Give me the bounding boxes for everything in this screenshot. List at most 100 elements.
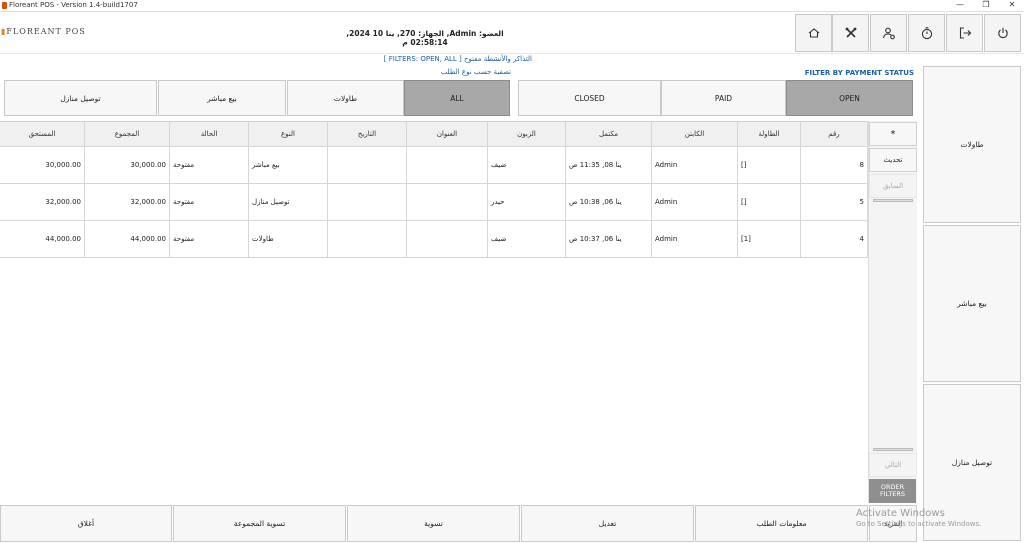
tickets-table: المستحق المجموع الحالة النوع التاريخ الع… — [0, 121, 868, 503]
cell-address — [407, 184, 488, 220]
home-icon — [808, 28, 819, 38]
table-scroll-controls: * تحديث السابق التالي — [868, 121, 917, 503]
cell-status: مفتوحة — [170, 147, 249, 183]
col-due: المستحق — [0, 122, 85, 146]
window-title-text: Floreant POS - Version 1.4-build1707 — [9, 1, 138, 9]
col-number: رقم — [801, 122, 868, 146]
user-settings-button[interactable] — [870, 14, 907, 52]
scroll-track-top[interactable] — [873, 199, 913, 202]
table-row[interactable]: 44,000.00 44,000.00 مفتوحة طاولات ضيف ين… — [0, 221, 868, 258]
close-button[interactable]: أغلاق — [0, 505, 172, 542]
cell-due: 30,000.00 — [0, 147, 85, 183]
cell-captain: Admin — [652, 184, 738, 220]
refresh-button[interactable]: تحديث — [869, 148, 917, 172]
cell-customer: ضيف — [488, 221, 566, 257]
filter-home-delivery-button[interactable]: توصيل منازل — [4, 80, 157, 116]
power-icon — [997, 27, 1008, 39]
cell-address — [407, 147, 488, 183]
col-customer: الزبون — [488, 122, 566, 146]
cell-table: [] — [738, 184, 801, 220]
filter-paid-button[interactable]: PAID — [661, 80, 786, 116]
header: ▮FLOREANT POS العضو: Admin, الجهاز: 270,… — [0, 13, 1024, 54]
col-captain: الكابتن — [652, 122, 738, 146]
clock-button[interactable] — [908, 14, 945, 52]
filter-all-button[interactable]: ALL — [404, 80, 510, 116]
watermark-title: Activate Windows — [856, 508, 945, 519]
cell-type: توصيل منازل — [249, 184, 328, 220]
cell-total: 44,000.00 — [85, 221, 170, 257]
clock-icon — [921, 27, 932, 40]
brand-logo: ▮FLOREANT POS — [1, 27, 86, 36]
next-button[interactable]: التالي — [869, 453, 917, 477]
cell-number: 8 — [801, 147, 868, 183]
cell-status: مفتوحة — [170, 184, 249, 220]
star-button[interactable]: * — [869, 122, 917, 146]
home-button[interactable] — [795, 14, 832, 52]
cell-address — [407, 221, 488, 257]
col-status: الحالة — [170, 122, 249, 146]
bottom-action-bar: أغلاق تسوية المجموعة تسوية تعديل معلومات… — [0, 504, 921, 543]
cell-total: 32,000.00 — [85, 184, 170, 220]
right-panel: طاولات بيع مباشر توصيل منازل — [921, 55, 1024, 543]
logout-button[interactable] — [946, 14, 983, 52]
app-logo-icon — [2, 1, 7, 9]
cell-date — [328, 147, 407, 183]
title-bar: Floreant POS - Version 1.4-build1707 — ❐… — [0, 0, 1024, 12]
col-total: المجموع — [85, 122, 170, 146]
activate-windows-watermark: Activate Windows Go to Settings to activ… — [856, 507, 981, 529]
order-filters-button[interactable]: ORDER FILTERS — [869, 479, 916, 503]
cell-status: مفتوحة — [170, 221, 249, 257]
col-date: التاريخ — [328, 122, 407, 146]
tables-button[interactable]: طاولات — [923, 66, 1021, 223]
logout-icon — [959, 27, 971, 39]
cell-due: 32,000.00 — [0, 184, 85, 220]
cell-captain: Admin — [652, 221, 738, 257]
watermark-subtitle: Go to Settings to activate Windows. — [856, 520, 982, 528]
group-settle-button[interactable]: تسوية المجموعة — [173, 505, 346, 542]
col-completed: مكتمل — [566, 122, 652, 146]
order-type-filter-label: تصفية حسب نوع الطلب — [440, 68, 511, 76]
window-title: Floreant POS - Version 1.4-build1707 — [2, 1, 138, 9]
table-header: المستحق المجموع الحالة النوع التاريخ الع… — [0, 122, 868, 147]
power-button[interactable] — [984, 14, 1021, 52]
cell-type: طاولات — [249, 221, 328, 257]
cell-number: 5 — [801, 184, 868, 220]
cell-number: 4 — [801, 221, 868, 257]
close-window-button[interactable]: ✕ — [1000, 0, 1024, 9]
minimize-button[interactable]: — — [948, 0, 972, 9]
filter-closed-button[interactable]: CLOSED — [518, 80, 661, 116]
cell-completed: ينا 06, 10:37 ص — [566, 221, 652, 257]
settle-button[interactable]: تسوية — [347, 505, 520, 542]
cell-captain: Admin — [652, 147, 738, 183]
cell-date — [328, 184, 407, 220]
session-info: العضو: Admin, الجهاز: 270, ينا 10 2024, … — [346, 29, 504, 47]
order-info-button[interactable]: معلومات الطلب — [695, 505, 868, 542]
filter-direct-sale-button[interactable]: بيع مباشر — [158, 80, 286, 116]
tools-button[interactable] — [832, 14, 869, 52]
cell-total: 30,000.00 — [85, 147, 170, 183]
col-type: النوع — [249, 122, 328, 146]
brand-text: FLOREANT POS — [6, 27, 86, 36]
cell-table: [1] — [738, 221, 801, 257]
table-row[interactable]: 30,000.00 30,000.00 مفتوحة بيع مباشر ضيف… — [0, 147, 868, 184]
payment-status-filter-label: FILTER BY PAYMENT STATUS — [804, 69, 914, 77]
col-address: العنوان — [407, 122, 488, 146]
cell-completed: ينا 06, 10:38 ص — [566, 184, 652, 220]
tools-icon — [845, 27, 856, 38]
user-settings-icon — [882, 27, 895, 40]
cell-due: 44,000.00 — [0, 221, 85, 257]
restore-button[interactable]: ❐ — [974, 0, 998, 9]
scroll-track-bottom[interactable] — [873, 448, 913, 451]
edit-button[interactable]: تعديل — [521, 505, 694, 542]
filter-tables-button[interactable]: طاولات — [287, 80, 404, 116]
cell-type: بيع مباشر — [249, 147, 328, 183]
cell-customer: حيدر — [488, 184, 566, 220]
cell-date — [328, 221, 407, 257]
filters-title: التذاكر والأنشطة مفتوح [ FILTERS: OPEN, … — [383, 55, 532, 63]
col-table: الطاولة — [738, 122, 801, 146]
direct-sale-button[interactable]: بيع مباشر — [923, 225, 1021, 382]
cell-table: [] — [738, 147, 801, 183]
filter-open-button[interactable]: OPEN — [786, 80, 913, 116]
table-row[interactable]: 32,000.00 32,000.00 مفتوحة توصيل منازل ح… — [0, 184, 868, 221]
previous-button[interactable]: السابق — [869, 174, 917, 198]
